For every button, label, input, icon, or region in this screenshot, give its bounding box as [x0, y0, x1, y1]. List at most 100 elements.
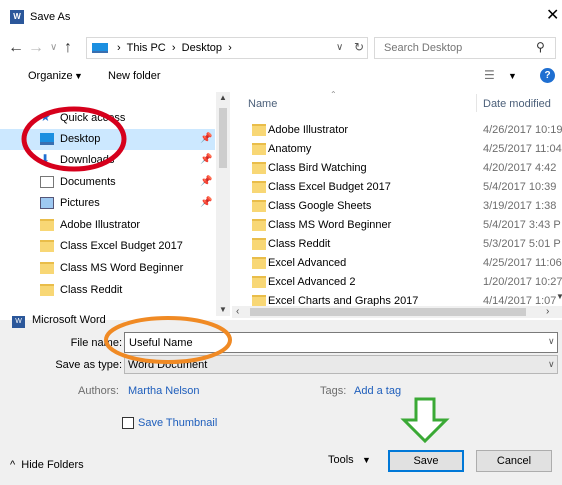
nav-item-label: Desktop — [60, 133, 101, 145]
save-as-type-dropdown-icon[interactable]: ∨ — [548, 359, 555, 370]
column-divider[interactable] — [476, 94, 477, 112]
command-bar — [0, 63, 562, 87]
nav-item-downloads[interactable]: ⬇ Downloads 📌 — [0, 150, 215, 171]
pin-icon[interactable]: 📌 — [200, 176, 212, 187]
pin-icon[interactable]: 📌 — [200, 154, 212, 165]
file-name: Excel Advanced 2 — [268, 276, 356, 288]
search-input[interactable] — [384, 42, 524, 54]
file-row[interactable]: Adobe Illustrator 4/26/2017 10:19 — [244, 121, 562, 140]
nav-item-adobe-illustrator[interactable]: Adobe Illustrator — [0, 215, 215, 236]
up-arrow-icon[interactable]: ↑ — [64, 40, 72, 56]
file-row[interactable]: Anatomy 4/25/2017 11:04 — [244, 140, 562, 159]
authors-label: Authors: — [78, 385, 119, 397]
view-caret-icon[interactable]: ▼ — [508, 71, 517, 81]
refresh-icon[interactable]: ↻ — [354, 40, 364, 54]
scroll-left-icon[interactable]: ‹ — [236, 306, 239, 317]
authors-value[interactable]: Martha Nelson — [128, 385, 200, 397]
nav-scroll-thumb[interactable] — [219, 108, 227, 168]
folder-icon — [40, 219, 54, 231]
tools-caret-icon[interactable]: ▼ — [362, 455, 371, 465]
scroll-down-icon[interactable]: ▼ — [219, 305, 227, 314]
download-icon: ⬇ — [40, 152, 51, 166]
file-row[interactable]: Class Bird Watching 4/20/2017 4:42 — [244, 159, 562, 178]
pin-icon[interactable]: 📌 — [200, 197, 212, 208]
nav-item-microsoft-word[interactable]: Microsoft Word — [32, 314, 106, 326]
nav-item-quick-access[interactable]: ★ Quick access — [0, 108, 215, 129]
file-row[interactable]: Class Reddit 5/3/2017 5:01 P — [244, 235, 562, 254]
file-row[interactable]: Excel Advanced 2 1/20/2017 10:27 — [244, 273, 562, 292]
forward-arrow-icon[interactable]: → — [28, 40, 44, 56]
star-icon: ★ — [40, 110, 51, 124]
organize-caret-icon[interactable]: ▼ — [74, 71, 83, 81]
title-bar — [0, 0, 562, 36]
cancel-button[interactable]: Cancel — [476, 450, 552, 472]
documents-icon — [40, 176, 54, 188]
recent-locations-chevron-icon[interactable]: ∨ — [50, 42, 57, 53]
nav-item-pictures[interactable]: Pictures 📌 — [0, 193, 215, 214]
file-row[interactable]: Class Google Sheets 3/19/2017 1:38 — [244, 197, 562, 216]
nav-item-label: Class Excel Budget 2017 — [60, 240, 183, 252]
nav-item-label: Pictures — [60, 197, 100, 209]
navigation-pane: ★ Quick access Desktop 📌 ⬇ Downloads 📌 D… — [0, 92, 230, 316]
tags-add-link[interactable]: Add a tag — [354, 385, 401, 397]
tools-menu[interactable]: Tools — [328, 454, 354, 466]
back-arrow-icon[interactable]: ← — [8, 40, 24, 56]
nav-item-documents[interactable]: Documents 📌 — [0, 172, 215, 193]
hide-folders-button[interactable]: ^ Hide Folders — [10, 459, 84, 471]
pin-icon[interactable]: 📌 — [200, 133, 212, 144]
file-row[interactable]: Class Excel Budget 2017 5/4/2017 10:39 — [244, 178, 562, 197]
pictures-icon — [40, 197, 54, 209]
file-name: Adobe Illustrator — [268, 124, 349, 136]
nav-item-class-reddit[interactable]: Class Reddit — [0, 280, 215, 301]
file-date: 4/25/2017 11:04 — [483, 143, 562, 155]
folder-icon — [252, 181, 266, 193]
file-name-dropdown-icon[interactable]: ∨ — [548, 336, 555, 347]
file-date: 5/4/2017 10:39 — [483, 181, 557, 193]
nav-item-label: Class Reddit — [60, 284, 123, 296]
file-row[interactable]: Class MS Word Beginner 5/4/2017 3:43 P — [244, 216, 562, 235]
save-thumbnail-label[interactable]: Save Thumbnail — [138, 417, 217, 429]
folder-icon — [252, 238, 266, 250]
address-dropdown-icon[interactable]: ∨ — [336, 42, 343, 53]
word-app-icon: W — [10, 10, 24, 24]
column-header-date-modified[interactable]: Date modified — [483, 98, 551, 110]
window-title: Save As — [30, 11, 71, 23]
file-date: 1/20/2017 10:27 — [483, 276, 562, 288]
file-name-input[interactable] — [124, 332, 558, 353]
nav-item-class-ms-word[interactable]: Class MS Word Beginner — [0, 258, 215, 279]
nav-item-label: Documents — [60, 176, 116, 188]
new-folder-button[interactable]: New folder — [108, 70, 161, 82]
file-name: Class Reddit — [268, 238, 331, 250]
folder-icon — [40, 284, 54, 296]
folder-icon — [40, 262, 54, 274]
folder-icon — [252, 124, 266, 136]
tags-label: Tags: — [320, 385, 347, 397]
file-name: Class MS Word Beginner — [268, 219, 392, 231]
folder-icon — [252, 276, 266, 288]
file-date: 3/19/2017 1:38 — [483, 200, 557, 212]
nav-item-class-excel-budget[interactable]: Class Excel Budget 2017 — [0, 236, 215, 257]
column-header-name[interactable]: Name — [248, 98, 277, 110]
nav-item-desktop[interactable]: Desktop 📌 — [0, 129, 215, 150]
help-icon[interactable]: ? — [540, 68, 555, 83]
folder-icon — [40, 240, 54, 252]
nav-item-label: Adobe Illustrator — [60, 219, 141, 231]
horizontal-scroll-thumb[interactable] — [250, 308, 526, 316]
folder-icon — [252, 219, 266, 231]
folder-icon — [252, 200, 266, 212]
view-options-icon[interactable]: ☰ — [484, 68, 495, 82]
scroll-right-icon[interactable]: › — [546, 306, 549, 317]
file-row[interactable]: Excel Advanced 4/25/2017 11:06 — [244, 254, 562, 273]
file-list-scroll-down-icon[interactable]: ▼ — [556, 292, 562, 301]
search-icon[interactable]: ⚲ — [536, 40, 545, 54]
organize-menu[interactable]: Organize — [28, 70, 73, 82]
address-path[interactable]: › This PC › Desktop › — [114, 42, 232, 54]
file-name: Class Google Sheets — [268, 200, 372, 212]
save-button[interactable]: Save — [388, 450, 464, 472]
folder-icon — [252, 162, 266, 174]
close-button[interactable]: ✕ — [546, 8, 559, 24]
file-name: Anatomy — [268, 143, 312, 155]
save-thumbnail-checkbox[interactable] — [122, 417, 134, 429]
file-name-label: File name: — [70, 337, 122, 349]
scroll-up-icon[interactable]: ▲ — [219, 93, 227, 102]
